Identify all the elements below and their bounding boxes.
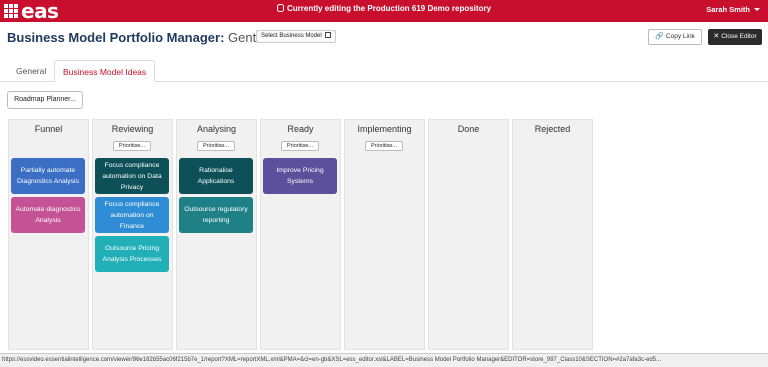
- idea-card-label: Focus compliance automation on Finance: [104, 200, 160, 230]
- kanban-column: Analysing Prioritise... Rationalise Applic…: [176, 119, 257, 350]
- select-business-model-label: Select Business Model: [261, 33, 322, 39]
- prioritise-button[interactable]: Prioritise...: [365, 141, 403, 151]
- close-editor-label: Close Editor: [721, 33, 757, 40]
- column-title: Reviewing: [111, 124, 154, 134]
- idea-card-label: Partially automate Diagnostics Analysis: [17, 167, 79, 185]
- idea-card[interactable]: Rationalise Applications: [179, 158, 253, 194]
- prioritise-button[interactable]: Prioritise...: [113, 141, 151, 151]
- page-title: Business Model Portfolio Manager: Gentai…: [7, 30, 281, 45]
- roadmap-planner-button[interactable]: Roadmap Planner...: [7, 91, 83, 109]
- column-title: Ready: [287, 124, 314, 134]
- link-icon: 🔗: [655, 33, 664, 40]
- idea-card-label: Rationalise Applications: [197, 167, 235, 185]
- tab-business-model-ideas[interactable]: Business Model Ideas: [54, 60, 156, 82]
- idea-card-label: Automate diagnostics Analysis: [15, 206, 81, 224]
- kanban-column: Implementing Prioritise...: [344, 119, 425, 350]
- idea-card-label: Outsource regulatory reporting: [184, 206, 248, 224]
- kanban-column: Rejected: [512, 119, 593, 350]
- tab-general[interactable]: General: [8, 60, 54, 82]
- prioritise-button[interactable]: Prioritise...: [281, 141, 319, 151]
- copy-link-label: Copy Link: [665, 33, 695, 40]
- column-title: Funnel: [34, 124, 63, 134]
- idea-card-label: Focus compliance automation on Data Priv…: [102, 161, 162, 191]
- page-title-main: Business Model Portfolio Manager:: [7, 30, 225, 45]
- idea-card[interactable]: Partially automate Diagnostics Analysis: [11, 158, 85, 194]
- idea-card[interactable]: Focus compliance automation on Data Priv…: [95, 158, 169, 194]
- idea-card-label: Outsource Pricing Analysis Processes: [102, 245, 162, 263]
- edit-icon: [324, 32, 331, 38]
- idea-card-label: Improve Pricing Systems: [276, 167, 324, 185]
- user-name: Sarah Smith: [706, 5, 750, 14]
- column-title: Implementing: [357, 124, 412, 134]
- kanban-column: Done: [428, 119, 509, 350]
- caret-down-icon: [754, 8, 760, 11]
- status-bar-url: https://essvideo.essentialintelligence.c…: [0, 353, 768, 367]
- idea-card[interactable]: Outsource regulatory reporting: [179, 197, 253, 233]
- kanban-column: Funnel Partially automate Diagnostics Ana…: [8, 119, 89, 350]
- repository-banner: Currently editing the Production 619 Dem…: [0, 4, 768, 13]
- prioritise-button[interactable]: Prioritise...: [197, 141, 235, 151]
- idea-card[interactable]: Automate diagnostics Analysis: [11, 197, 85, 233]
- database-icon: [276, 4, 284, 12]
- idea-card[interactable]: Focus compliance automation on Finance: [95, 197, 169, 233]
- column-title: Done: [457, 124, 480, 134]
- column-title: Analysing: [196, 124, 237, 134]
- idea-card[interactable]: Improve Pricing Systems: [263, 158, 337, 194]
- close-icon: ✕: [713, 33, 720, 40]
- top-bar: eas Currently editing the Production 619…: [0, 0, 768, 22]
- copy-link-button[interactable]: 🔗 Copy Link: [648, 29, 702, 45]
- idea-card[interactable]: Outsource Pricing Analysis Processes: [95, 236, 169, 272]
- select-business-model-button[interactable]: Select Business Model: [256, 30, 336, 43]
- banner-text: Currently editing the Production 619 Dem…: [286, 4, 492, 13]
- close-editor-button[interactable]: ✕ Close Editor: [708, 29, 762, 45]
- kanban-column: Reviewing Prioritise... Focus compliance a…: [92, 119, 173, 350]
- user-menu[interactable]: Sarah Smith: [706, 5, 760, 14]
- kanban-column: Ready Prioritise... Improve Pricing System…: [260, 119, 341, 350]
- column-title: Rejected: [534, 124, 571, 134]
